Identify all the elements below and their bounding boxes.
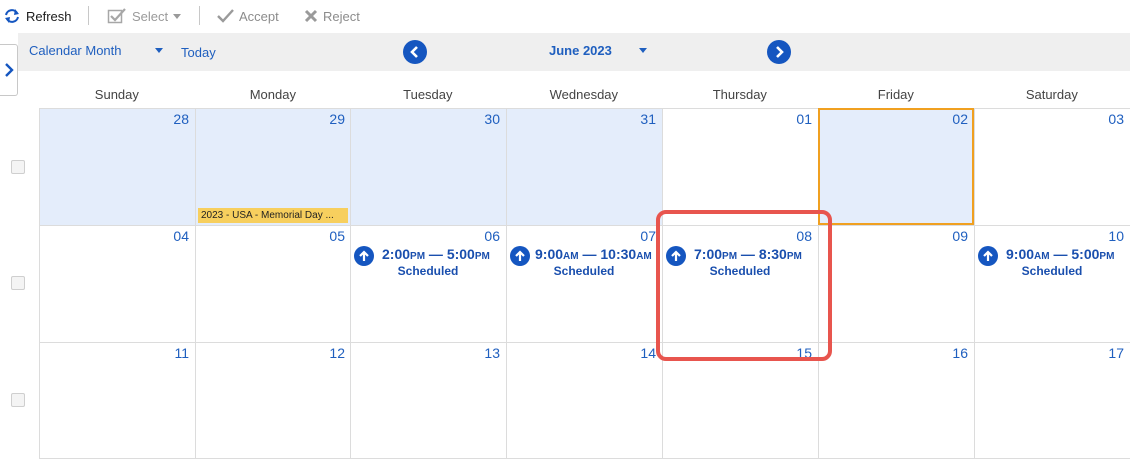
day-cell[interactable]: 03 xyxy=(974,108,1130,225)
day-number: 17 xyxy=(1108,345,1124,361)
day-number: 04 xyxy=(173,228,189,244)
chevron-right-icon xyxy=(4,63,14,77)
day-number: 12 xyxy=(329,345,345,361)
check-icon xyxy=(216,9,234,23)
view-selector[interactable]: Calendar Month xyxy=(29,43,122,58)
day-cell[interactable]: 06 xyxy=(350,225,506,342)
toolbar-divider xyxy=(199,6,200,25)
month-title[interactable]: June 2023 xyxy=(549,43,612,58)
day-cell[interactable]: 14 xyxy=(506,342,662,459)
toolbar-divider xyxy=(88,6,89,25)
refresh-button[interactable]: Refresh xyxy=(3,0,72,32)
weekday-header: Saturday xyxy=(1025,87,1078,102)
day-number: 02 xyxy=(952,111,968,127)
day-cell[interactable]: 01 xyxy=(662,108,818,225)
day-number: 31 xyxy=(640,111,656,127)
toolbar: Refresh Select Accept Reject xyxy=(0,0,1130,32)
day-cell[interactable]: 07 xyxy=(506,225,662,342)
day-number: 16 xyxy=(952,345,968,361)
day-cell[interactable]: 05 xyxy=(195,225,351,342)
day-number: 06 xyxy=(484,228,500,244)
arrow-up-icon xyxy=(978,246,998,266)
day-cell[interactable]: 04 xyxy=(39,225,195,342)
select-label: Select xyxy=(132,8,169,24)
day-number: 28 xyxy=(173,111,189,127)
day-number: 14 xyxy=(640,345,656,361)
weekday-header: Thursday xyxy=(712,87,767,102)
day-cell[interactable]: 13 xyxy=(350,342,506,459)
next-month-button[interactable] xyxy=(767,40,791,64)
calendar-event[interactable]: 9:00AM — 5:00PM Scheduled xyxy=(975,244,1129,278)
day-cell[interactable]: 28 xyxy=(39,108,195,225)
week-select-checkbox[interactable] xyxy=(11,393,25,407)
today-button[interactable]: Today xyxy=(181,45,216,60)
event-time: 2:00PM — 5:00PM xyxy=(382,246,490,262)
chevron-down-icon[interactable] xyxy=(639,48,647,53)
arrow-up-icon xyxy=(510,246,530,266)
event-status: Scheduled xyxy=(397,264,459,278)
event-status: Scheduled xyxy=(553,264,615,278)
reject-label: Reject xyxy=(323,8,360,24)
day-number: 10 xyxy=(1108,228,1124,244)
weekday-header: Friday xyxy=(877,87,914,102)
sidebar-toggle[interactable] xyxy=(0,44,18,96)
today-cell[interactable]: 02 xyxy=(818,108,974,225)
chevron-right-icon xyxy=(776,46,784,58)
day-cell[interactable]: 10 xyxy=(974,225,1130,342)
holiday-event[interactable]: 2023 - USA - Memorial Day ... xyxy=(198,208,348,223)
day-number: 13 xyxy=(484,345,500,361)
day-number: 05 xyxy=(329,228,345,244)
day-number: 07 xyxy=(640,228,656,244)
day-number: 09 xyxy=(952,228,968,244)
calendar-event[interactable]: 9:00AM — 10:30AM Scheduled xyxy=(507,244,661,278)
day-cell[interactable]: 12 xyxy=(195,342,351,459)
day-number: 30 xyxy=(484,111,500,127)
event-time: 9:00AM — 5:00PM xyxy=(1006,246,1115,262)
event-time: 9:00AM — 10:30AM xyxy=(535,246,652,262)
event-status: Scheduled xyxy=(1021,264,1083,278)
prev-month-button[interactable] xyxy=(403,40,427,64)
week-select-checkbox[interactable] xyxy=(11,160,25,174)
refresh-label: Refresh xyxy=(26,8,72,24)
x-icon xyxy=(304,9,318,23)
weekday-header: Monday xyxy=(249,87,296,102)
day-cell[interactable]: 31 xyxy=(506,108,662,225)
weekday-header: Wednesday xyxy=(549,87,619,102)
day-number: 03 xyxy=(1108,111,1124,127)
weekday-header: Tuesday xyxy=(403,87,453,102)
chevron-down-icon xyxy=(173,13,182,19)
week-select-checkbox[interactable] xyxy=(11,276,25,290)
weekday-header: Sunday xyxy=(94,87,139,102)
chevron-down-icon[interactable] xyxy=(155,48,163,53)
day-cell[interactable]: 30 xyxy=(350,108,506,225)
highlight-annotation xyxy=(656,210,832,361)
arrow-up-icon xyxy=(354,246,374,266)
calendar-event[interactable]: 2:00PM — 5:00PM Scheduled xyxy=(351,244,505,278)
day-cell[interactable]: 17 xyxy=(974,342,1130,459)
day-cell[interactable]: 11 xyxy=(39,342,195,459)
accept-label: Accept xyxy=(239,8,279,24)
select-button[interactable]: Select xyxy=(107,0,182,32)
accept-button[interactable]: Accept xyxy=(216,0,279,32)
day-cell[interactable]: 16 xyxy=(818,342,974,459)
grid-divider xyxy=(39,458,1130,459)
refresh-icon xyxy=(3,8,21,24)
day-number: 11 xyxy=(174,345,189,361)
reject-button[interactable]: Reject xyxy=(304,0,360,32)
day-number: 01 xyxy=(796,111,812,127)
day-number: 29 xyxy=(329,111,345,127)
checkbox-icon xyxy=(107,8,127,24)
chevron-left-icon xyxy=(410,46,418,58)
day-cell[interactable]: 09 xyxy=(818,225,974,342)
